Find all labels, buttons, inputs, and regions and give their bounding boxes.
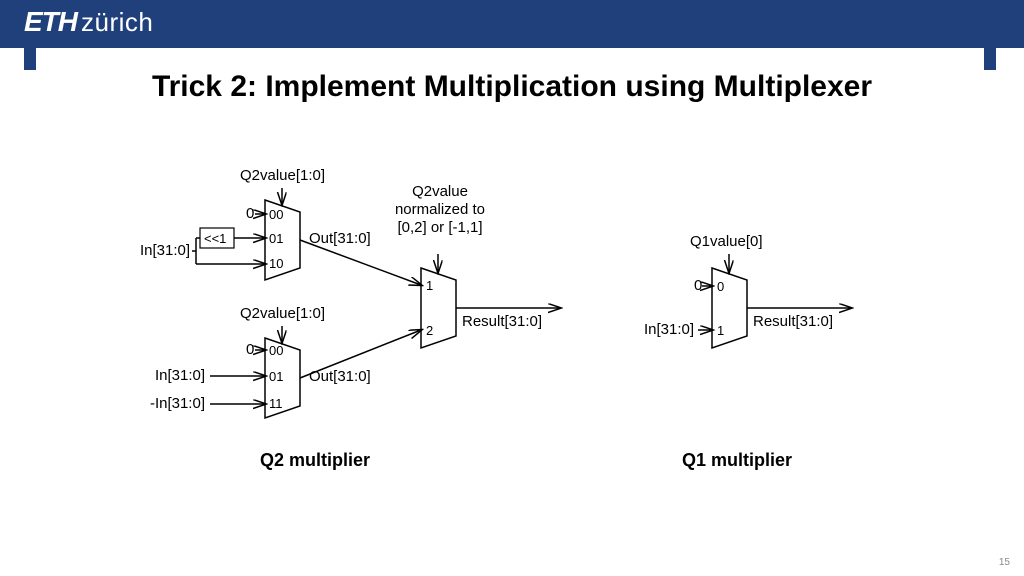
q2-muxA-p1: 01 — [269, 231, 283, 246]
slide-title: Trick 2: Implement Multiplication using … — [0, 70, 1024, 104]
q2-caption: Q2 multiplier — [260, 450, 370, 471]
q1-in0: 0 — [694, 277, 702, 294]
q2-muxB-sel-label: Q2value[1:0] — [240, 305, 325, 322]
q2-muxA-sel-label: Q2value[1:0] — [240, 167, 325, 184]
q2-norm-l3: [0,2] or [-1,1] — [397, 219, 482, 236]
q1-sel-label: Q1value[0] — [690, 233, 763, 250]
header-accent-right — [984, 48, 996, 70]
q2-muxB-p0: 00 — [269, 343, 283, 358]
q2-muxB-p1: 01 — [269, 369, 283, 384]
q2-muxB-p2: 11 — [269, 396, 283, 411]
header-bar: ETH zürich — [0, 0, 1024, 48]
q1-p1: 1 — [717, 323, 724, 338]
q2-norm-l2: normalized to — [395, 201, 485, 218]
header-accent-left — [24, 48, 36, 70]
q2-muxA-shift: <<1 — [204, 231, 226, 246]
q2-muxB-in0: 0 — [246, 341, 254, 358]
q1-out: Result[31:0] — [753, 313, 833, 330]
q2-muxA-p2: 10 — [269, 256, 283, 271]
q2-muxA-inbus: In[31:0] — [140, 242, 190, 259]
q2-muxA-in0: 0 — [246, 205, 254, 222]
diagram-area: Q2value[1:0] 0 <<1 In[31:0] 00 01 10 Out… — [0, 120, 1024, 540]
diagram-svg: Q2value[1:0] 0 <<1 In[31:0] 00 01 10 Out… — [0, 120, 1024, 540]
q2-norm-l1: Q2value — [412, 183, 468, 200]
q2-muxC-p1: 2 — [426, 323, 433, 338]
page-number: 15 — [999, 557, 1010, 568]
eth-logo-bold: ETH — [24, 6, 77, 38]
q2-muxB-in1: In[31:0] — [155, 367, 205, 384]
eth-logo-light: zürich — [81, 7, 153, 38]
q2-muxB-in2: -In[31:0] — [150, 395, 205, 412]
q1-in1: In[31:0] — [644, 321, 694, 338]
q2-muxC-p0: 1 — [426, 278, 433, 293]
q2-muxA-p0: 00 — [269, 207, 283, 222]
q2-muxC-out: Result[31:0] — [462, 313, 542, 330]
q1-p0: 0 — [717, 279, 724, 294]
q1-caption: Q1 multiplier — [682, 450, 792, 471]
eth-logo: ETH zürich — [24, 6, 153, 38]
q2-muxA-out: Out[31:0] — [309, 230, 371, 247]
